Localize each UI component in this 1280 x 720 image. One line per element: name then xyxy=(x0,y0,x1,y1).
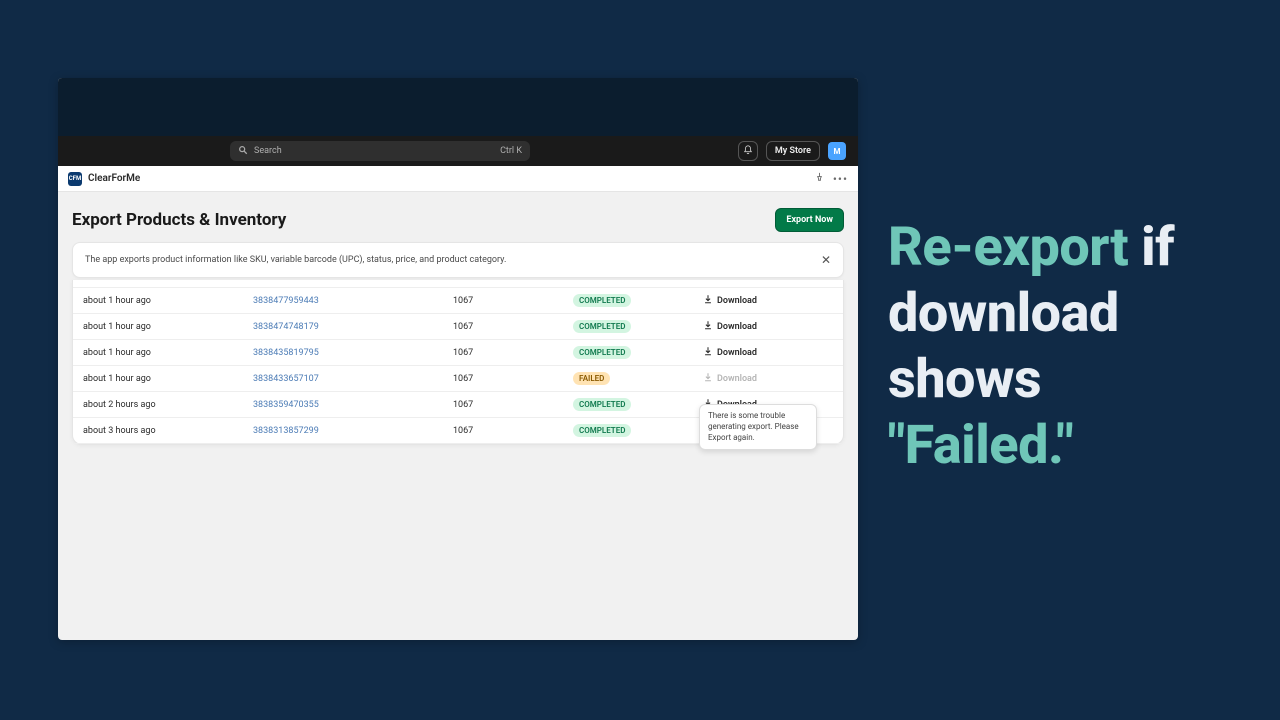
callout-text: Re-export if download shows "Failed." xyxy=(888,215,1248,479)
callout-line-3: shows xyxy=(888,348,1041,411)
row-time: about 1 hour ago xyxy=(83,374,253,384)
app-header: CFM ClearForMe ••• xyxy=(58,166,858,192)
row-export-id[interactable]: 3838433657107 xyxy=(253,374,453,384)
search-input[interactable]: Search Ctrl K xyxy=(230,141,530,161)
row-count: 1067 xyxy=(453,374,573,384)
status-badge: FAILED xyxy=(573,372,610,385)
callout-line-2: download xyxy=(888,282,1119,345)
app-surface: CFM ClearForMe ••• Export Products & Inv… xyxy=(58,166,858,465)
callout-accent-1: Re-export xyxy=(888,216,1128,279)
app-window: Search Ctrl K My Store M C xyxy=(58,78,858,640)
download-icon xyxy=(703,320,713,333)
table-row: about 1 hour ago 3838433657107 1067 FAIL… xyxy=(73,366,843,392)
row-time: about 1 hour ago xyxy=(83,296,253,306)
download-icon xyxy=(703,294,713,307)
download-button: Download xyxy=(703,372,833,385)
search-shortcut: Ctrl K xyxy=(500,146,522,156)
row-time: about 1 hour ago xyxy=(83,322,253,332)
row-count: 1067 xyxy=(453,348,573,358)
row-time: about 1 hour ago xyxy=(83,348,253,358)
row-count: 1067 xyxy=(453,426,573,436)
row-export-id[interactable]: 3838435819795 xyxy=(253,348,453,358)
download-button[interactable]: Download xyxy=(703,320,833,333)
info-banner: The app exports product information like… xyxy=(72,242,844,278)
export-now-button[interactable]: Export Now xyxy=(775,208,844,232)
download-button[interactable]: Download xyxy=(703,346,833,359)
download-button[interactable]: Download xyxy=(703,294,833,307)
row-count: 1067 xyxy=(453,296,573,306)
row-export-id[interactable]: 3838359470355 xyxy=(253,400,453,410)
app-logo-icon: CFM xyxy=(68,172,82,186)
more-icon[interactable]: ••• xyxy=(833,172,848,186)
page-title: Export Products & Inventory xyxy=(72,210,286,230)
status-badge: COMPLETED xyxy=(573,424,631,437)
status-badge: COMPLETED xyxy=(573,320,631,333)
callout-accent-2: "Failed." xyxy=(888,414,1073,477)
row-time: about 3 hours ago xyxy=(83,426,253,436)
status-badge: COMPLETED xyxy=(573,398,631,411)
status-badge: COMPLETED xyxy=(573,346,631,359)
row-count: 1067 xyxy=(453,322,573,332)
window-titlebar xyxy=(58,78,858,136)
tooltip-text: There is some trouble generating export.… xyxy=(708,411,799,442)
row-time: about 2 hours ago xyxy=(83,400,253,410)
avatar[interactable]: M xyxy=(828,142,846,160)
store-name: My Store xyxy=(775,146,811,156)
download-icon xyxy=(703,372,713,385)
exports-table: about 1 hour ago 3838477959443 1067 COMP… xyxy=(72,280,844,445)
error-tooltip: There is some trouble generating export.… xyxy=(699,404,817,450)
row-count: 1067 xyxy=(453,400,573,410)
download-icon xyxy=(703,346,713,359)
row-export-id[interactable]: 3838477959443 xyxy=(253,296,453,306)
search-placeholder: Search xyxy=(254,146,282,156)
bell-icon xyxy=(743,145,753,158)
callout-line-1b: if xyxy=(1128,216,1174,279)
close-icon[interactable]: ✕ xyxy=(811,253,831,267)
avatar-initials: M xyxy=(833,147,840,156)
store-switcher[interactable]: My Store xyxy=(766,141,820,161)
banner-text: The app exports product information like… xyxy=(85,255,506,265)
search-icon xyxy=(238,145,248,158)
table-row: about 1 hour ago 3838474748179 1067 COMP… xyxy=(73,314,843,340)
topbar: Search Ctrl K My Store M xyxy=(58,136,858,166)
row-export-id[interactable]: 3838313857299 xyxy=(253,426,453,436)
status-badge: COMPLETED xyxy=(573,294,631,307)
table-row: about 1 hour ago 3838477959443 1067 COMP… xyxy=(73,288,843,314)
notifications-button[interactable] xyxy=(738,141,758,161)
row-export-id[interactable]: 3838474748179 xyxy=(253,322,453,332)
app-name: ClearForMe xyxy=(88,173,140,184)
pin-icon[interactable] xyxy=(814,172,825,186)
table-row xyxy=(73,280,843,288)
table-row: about 1 hour ago 3838435819795 1067 COMP… xyxy=(73,340,843,366)
